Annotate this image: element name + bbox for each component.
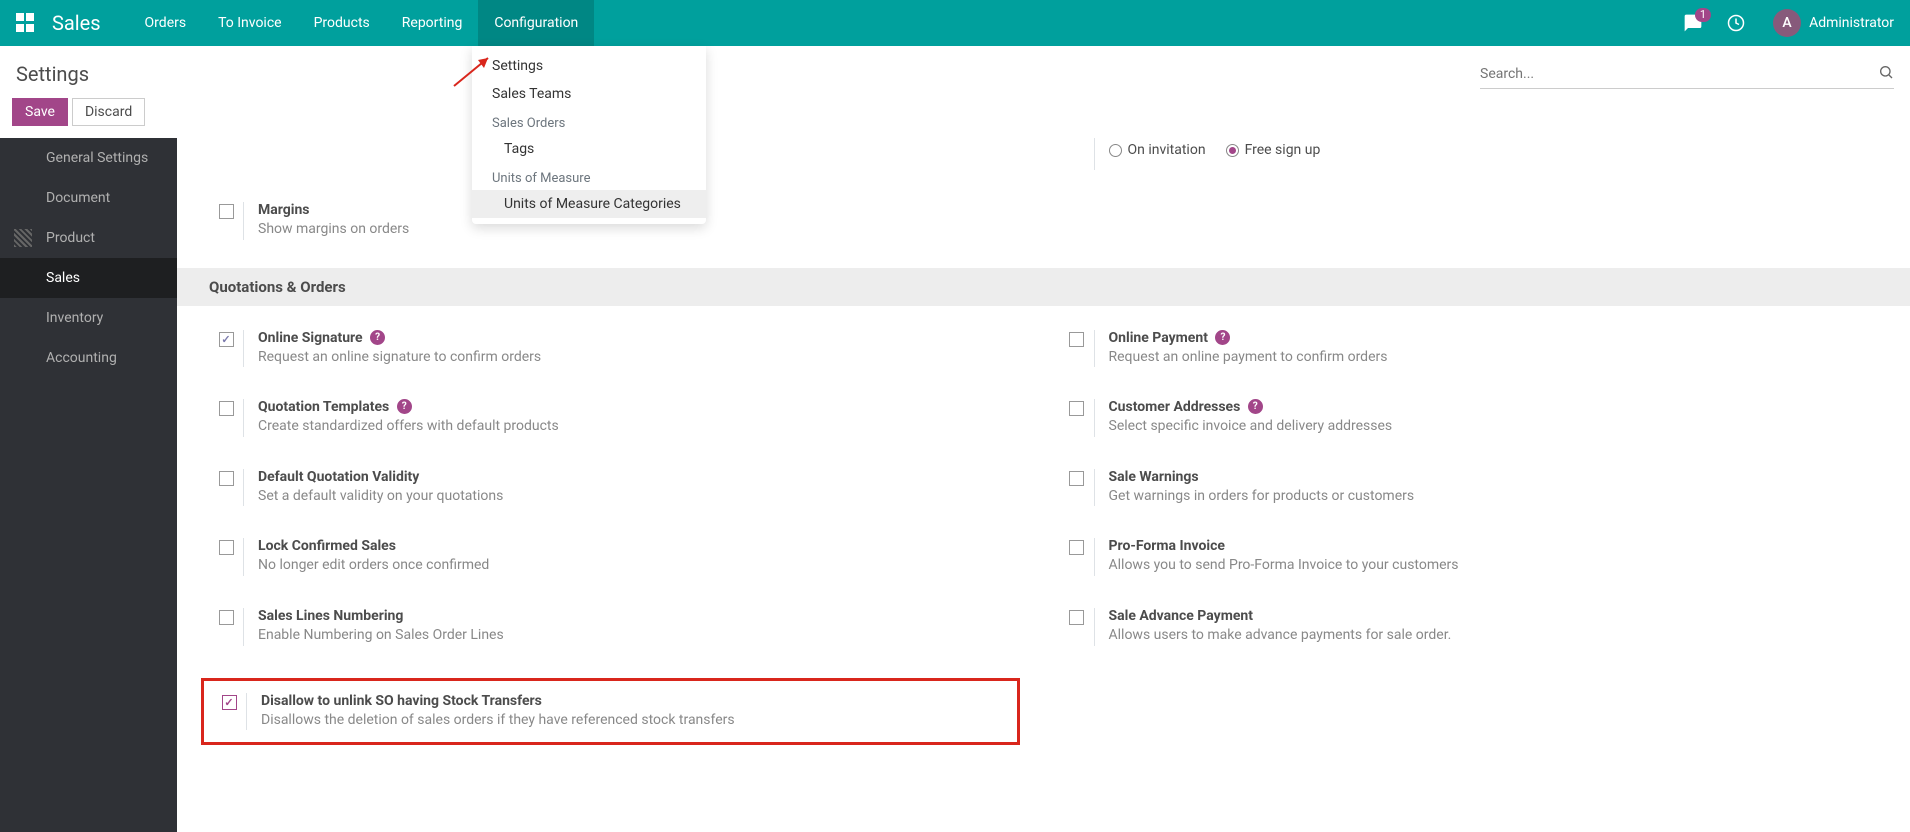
label-online-payment: Online Payment [1109, 330, 1208, 346]
sidebar-item-inventory[interactable]: Inventory [0, 298, 177, 338]
messages-icon[interactable]: 1 [1671, 0, 1715, 46]
label-lock-confirmed-sales: Lock Confirmed Sales [258, 538, 396, 554]
help-icon[interactable]: ? [1248, 399, 1263, 414]
desc-default-quotation-validity: Set a default validity on your quotation… [258, 487, 1028, 507]
desc-sales-lines-numbering: Enable Numbering on Sales Order Lines [258, 626, 1028, 646]
help-icon[interactable]: ? [1215, 330, 1230, 345]
help-icon[interactable]: ? [370, 330, 385, 345]
desc-online-signature: Request an online signature to confirm o… [258, 348, 1028, 368]
desc-disallow-unlink-so: Disallows the deletion of sales orders i… [261, 711, 1009, 731]
action-row: Save Discard [0, 90, 1910, 138]
sidebar-item-general[interactable]: General Settings [0, 138, 177, 178]
settings-sidebar: General Settings Document Product Sales … [0, 138, 177, 832]
desc-lock-confirmed-sales: No longer edit orders once confirmed [258, 556, 1028, 576]
checkbox-default-quotation-validity[interactable] [219, 471, 234, 486]
dropdown-header-uom: Units of Measure [472, 163, 706, 190]
checkbox-margins[interactable] [219, 204, 234, 219]
dropdown-tags[interactable]: Tags [472, 135, 706, 163]
checkbox-quotation-templates[interactable] [219, 401, 234, 416]
label-sales-lines-numbering: Sales Lines Numbering [258, 608, 403, 624]
checkbox-sale-advance-payment[interactable] [1069, 610, 1084, 625]
brand-title: Sales [52, 11, 101, 35]
label-proforma-invoice: Pro-Forma Invoice [1109, 538, 1225, 554]
label-quotation-templates: Quotation Templates [258, 399, 389, 415]
sidebar-item-document[interactable]: Document [0, 178, 177, 218]
label-sale-warnings: Sale Warnings [1109, 469, 1199, 485]
save-button[interactable]: Save [12, 98, 68, 126]
desc-sale-advance-payment: Allows users to make advance payments fo… [1109, 626, 1879, 646]
radio-icon [1226, 144, 1239, 157]
help-icon[interactable]: ? [397, 399, 412, 414]
avatar: A [1773, 9, 1801, 37]
activities-icon[interactable] [1715, 0, 1757, 46]
label-margins: Margins [258, 202, 310, 218]
nav-reporting[interactable]: Reporting [386, 0, 479, 46]
dropdown-sales-teams[interactable]: Sales Teams [472, 80, 706, 108]
nav-products[interactable]: Products [298, 0, 386, 46]
nav-orders[interactable]: Orders [129, 0, 203, 46]
checkbox-online-signature[interactable] [219, 332, 234, 347]
dropdown-uom-categories[interactable]: Units of Measure Categories [472, 190, 706, 218]
user-menu[interactable]: A Administrator [1773, 9, 1894, 37]
checkbox-sale-warnings[interactable] [1069, 471, 1084, 486]
radio-free-signup[interactable]: Free sign up [1226, 142, 1321, 158]
checkbox-disallow-unlink-so[interactable] [222, 695, 237, 710]
nav-to-invoice[interactable]: To Invoice [202, 0, 298, 46]
desc-sale-warnings: Get warnings in orders for products or c… [1109, 487, 1879, 507]
sidebar-item-sales[interactable]: Sales [0, 258, 177, 298]
label-online-signature: Online Signature [258, 330, 363, 346]
user-name: Administrator [1809, 15, 1894, 31]
desc-quotation-templates: Create standardized offers with default … [258, 417, 1028, 437]
checkbox-proforma-invoice[interactable] [1069, 540, 1084, 555]
settings-content: On invitation Free sign up Margins Show … [177, 138, 1910, 832]
desc-customer-addresses: Select specific invoice and delivery add… [1109, 417, 1879, 437]
checkbox-sales-lines-numbering[interactable] [219, 610, 234, 625]
page-title: Settings [16, 62, 89, 86]
search-wrap [1480, 60, 1894, 89]
dropdown-settings[interactable]: Settings [472, 52, 706, 80]
search-icon[interactable] [1878, 64, 1894, 84]
section-quotations-orders: Quotations & Orders [177, 268, 1910, 306]
sidebar-item-product[interactable]: Product [0, 218, 177, 258]
dropdown-header-orders: Sales Orders [472, 108, 706, 135]
radio-icon [1109, 144, 1122, 157]
nav-configuration[interactable]: Configuration [478, 0, 594, 46]
desc-proforma-invoice: Allows you to send Pro-Forma Invoice to … [1109, 556, 1879, 576]
search-input[interactable] [1480, 66, 1878, 82]
checkbox-lock-confirmed-sales[interactable] [219, 540, 234, 555]
top-nav: Sales Orders To Invoice Products Reporti… [0, 0, 1910, 46]
label-default-quotation-validity: Default Quotation Validity [258, 469, 419, 485]
desc-online-payment: Request an online payment to confirm ord… [1109, 348, 1879, 368]
label-customer-addresses: Customer Addresses [1109, 399, 1241, 415]
sidebar-item-accounting[interactable]: Accounting [0, 338, 177, 378]
radio-on-invitation[interactable]: On invitation [1109, 142, 1206, 158]
messages-badge: 1 [1695, 8, 1711, 22]
control-bar: Settings [0, 46, 1910, 90]
checkbox-online-payment[interactable] [1069, 332, 1084, 347]
configuration-dropdown: Settings Sales Teams Sales Orders Tags U… [472, 46, 706, 224]
discard-button[interactable]: Discard [72, 98, 145, 126]
apps-icon[interactable] [16, 13, 36, 33]
label-disallow-unlink-so: Disallow to unlink SO having Stock Trans… [261, 693, 542, 709]
highlight-disallow-unlink: Disallow to unlink SO having Stock Trans… [201, 678, 1020, 746]
label-sale-advance-payment: Sale Advance Payment [1109, 608, 1253, 624]
checkbox-customer-addresses[interactable] [1069, 401, 1084, 416]
